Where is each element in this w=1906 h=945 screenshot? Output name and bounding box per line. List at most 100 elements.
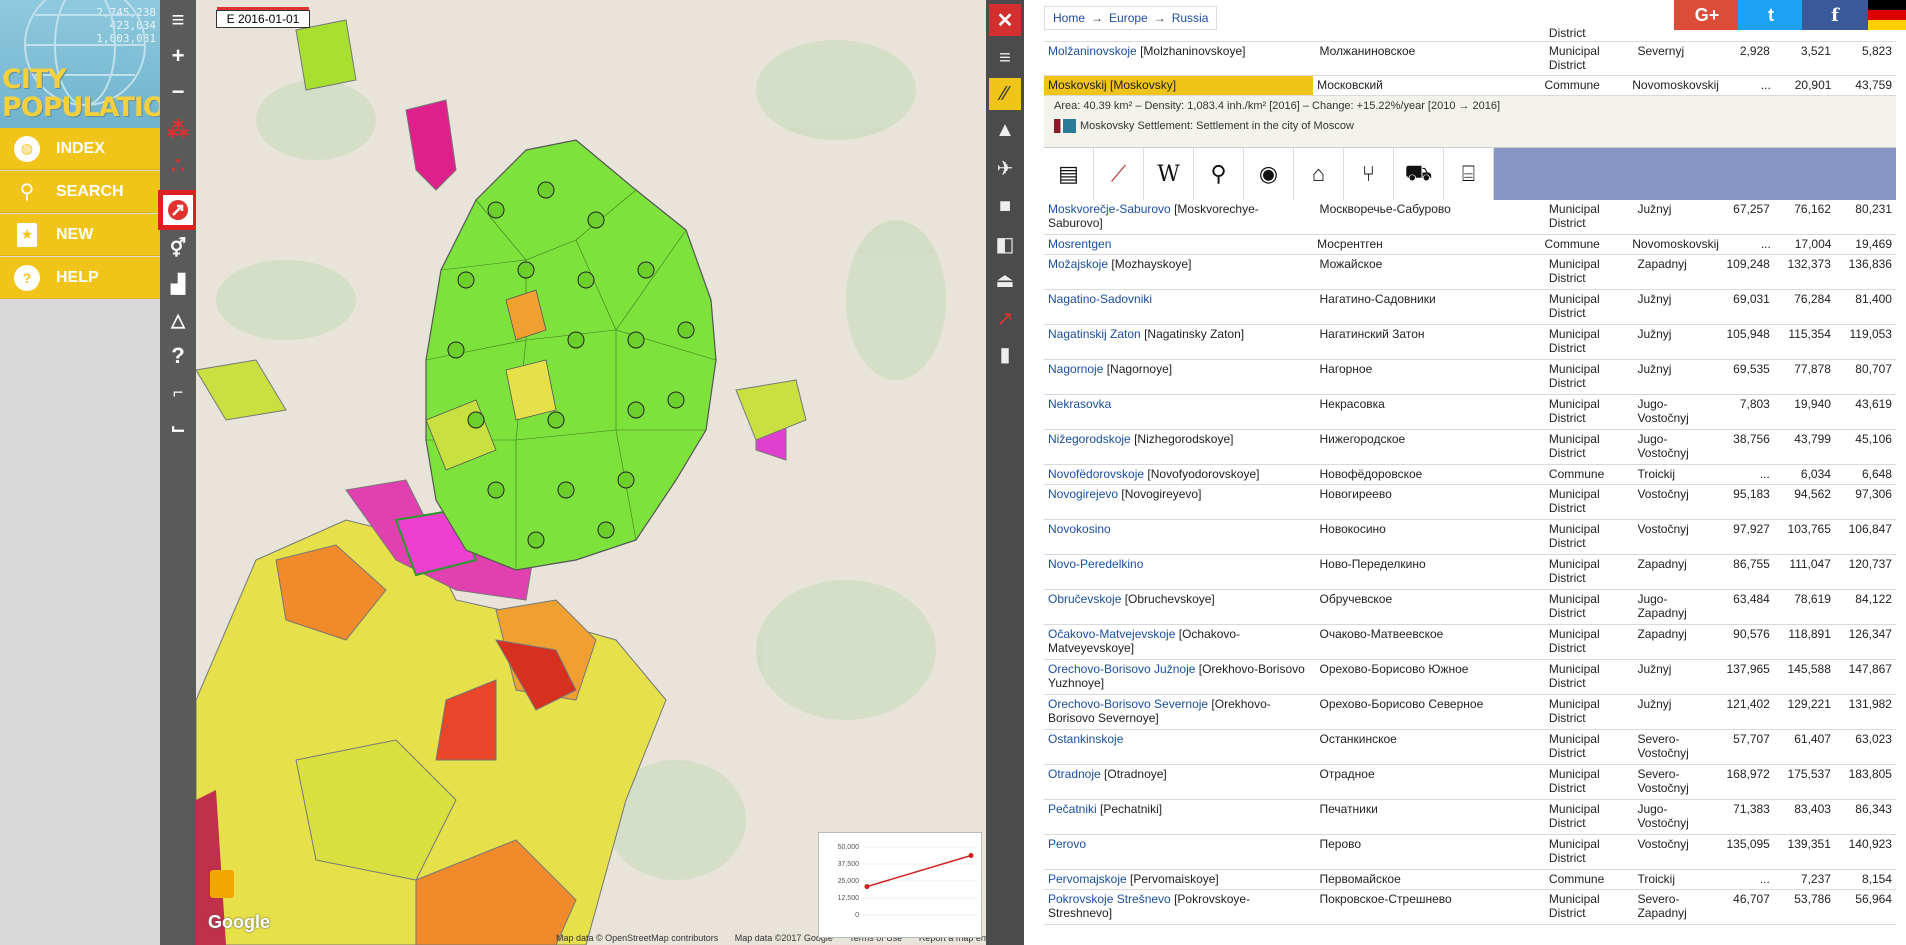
google-plus-button[interactable]: G+: [1674, 0, 1740, 30]
corner-select-icon[interactable]: ⌙: [162, 412, 194, 444]
wikipedia-icon[interactable]: W: [1144, 148, 1194, 200]
settlement-link[interactable]: Pečatniki: [1048, 802, 1097, 816]
terrain-icon[interactable]: ▲: [989, 114, 1021, 146]
growth-arrow-glyph-icon: [168, 200, 188, 220]
menu-item-search[interactable]: ⚲ SEARCH: [0, 171, 160, 213]
museum-icon[interactable]: ⌸: [1444, 148, 1494, 200]
growth-arrow-icon[interactable]: [158, 190, 198, 230]
table-row[interactable]: Mosrentgen Мосрентген Commune Novomoskovski…: [1044, 235, 1896, 255]
menu-item-index[interactable]: ◍ INDEX: [0, 128, 160, 170]
settlement-link[interactable]: Novo-Peredelkino: [1048, 557, 1143, 571]
breadcrumb-russia[interactable]: Russia: [1172, 11, 1209, 25]
shopping-cart-icon[interactable]: ⛟: [1394, 148, 1444, 200]
curve-arrow-icon[interactable]: ↗: [989, 302, 1021, 334]
hotel-icon[interactable]: ⌂: [1294, 148, 1344, 200]
zoom-out-icon[interactable]: −: [162, 76, 194, 108]
settlement-link[interactable]: Nagatinskij Zaton: [1048, 327, 1141, 341]
cell-pop: 145,588: [1787, 662, 1831, 676]
map-canvas[interactable]: E 2016-01-01 Google Map data © OpenStree…: [196, 0, 986, 945]
stats-bar-icon[interactable]: ▮: [989, 338, 1021, 370]
settlement-link[interactable]: Pervomajskoje: [1048, 872, 1127, 886]
settlement-link[interactable]: Možajskoje: [1048, 257, 1108, 271]
menu-item-help[interactable]: ? HELP: [0, 257, 160, 299]
table-row[interactable]: Pokrovskoje Strešnevo [Pokrovskoye-Stres…: [1044, 890, 1896, 925]
cell-cyr: Нагатино-Садовники: [1319, 292, 1436, 306]
menu-item-new[interactable]: ★ NEW: [0, 214, 160, 256]
settlement-link[interactable]: Novofëdorovskoje: [1048, 467, 1144, 481]
breadcrumb-home[interactable]: Home: [1053, 11, 1085, 25]
table-row[interactable]: Perovo Перово Municipal District Vostočnyj 1…: [1044, 835, 1896, 870]
table-row[interactable]: Orechovo-Borisovo Severnoje [Orekhovo-Bo…: [1044, 695, 1896, 730]
gradient-square-icon[interactable]: ◧: [989, 228, 1021, 260]
settlement-link[interactable]: Očakovo-Matvejevskoje: [1048, 627, 1175, 641]
settlement-link[interactable]: Obručevskoje: [1048, 592, 1121, 606]
settlement-link[interactable]: Mosrentgen: [1048, 237, 1111, 251]
corner-bracket-icon[interactable]: ⌐: [162, 376, 194, 408]
settlement-link[interactable]: Otradnoje: [1048, 767, 1101, 781]
facebook-button[interactable]: f: [1802, 0, 1868, 30]
table-row[interactable]: Novokosino Новокосино Municipal District Vo…: [1044, 520, 1896, 555]
cell-pop: 84,122: [1855, 592, 1892, 606]
table-row[interactable]: Otradnoje [Otradnoye] Отрадное Municipal D…: [1044, 765, 1896, 800]
twitter-button[interactable]: t: [1738, 0, 1804, 30]
table-row[interactable]: Nagornoje [Nagornoye] Нагорное Municipal D…: [1044, 360, 1896, 395]
table-row-selected[interactable]: Moskovskij [Moskovsky] Московский Commun…: [1044, 76, 1896, 96]
restaurant-icon[interactable]: ⑂: [1344, 148, 1394, 200]
zoom-in-icon[interactable]: +: [162, 40, 194, 72]
eject-icon[interactable]: ⏏: [989, 264, 1021, 296]
table-row[interactable]: Orechovo-Borisovo Južnoje [Orekhovo-Bori…: [1044, 660, 1896, 695]
gender-icon[interactable]: ⚥: [162, 232, 194, 264]
settlement-link[interactable]: Moskovskij: [1048, 78, 1107, 92]
table-row[interactable]: Nagatinskij Zaton [Nagatinsky Zaton] Нага…: [1044, 325, 1896, 360]
bar-chart-icon[interactable]: ▟: [162, 268, 194, 300]
table-row[interactable]: Nagatino-Sadovniki Нагатино-Садовники Muni…: [1044, 290, 1896, 325]
table-row[interactable]: Pervomajskoje [Pervomaiskoye] Первомайско…: [1044, 870, 1896, 890]
settlement-link[interactable]: Ostankinskoje: [1048, 732, 1123, 746]
close-icon[interactable]: ✕: [989, 4, 1021, 36]
settlement-link[interactable]: Nekrasovka: [1048, 397, 1111, 411]
population-circles-icon[interactable]: ⁂: [162, 114, 194, 146]
settlement-link[interactable]: Nagornoje: [1048, 362, 1103, 376]
shapes-icon[interactable]: △: [162, 304, 194, 336]
menu-icon[interactable]: ≡: [989, 42, 1021, 74]
breadcrumb-europe[interactable]: Europe: [1109, 11, 1148, 25]
table-row[interactable]: Novogirejevo [Novogireyevo] Новогиреево Mu…: [1044, 485, 1896, 520]
settlement-link[interactable]: Molžaninovskoje: [1048, 44, 1137, 58]
line-chart-icon[interactable]: ⟋: [1094, 148, 1144, 200]
cell-pop: ...: [1760, 78, 1771, 92]
table-row[interactable]: Moskvorečje-Saburovo [Moskvorechye-Sabur…: [1044, 200, 1896, 235]
table-row[interactable]: Novo-Peredelkino Ново-Переделкино Municipa…: [1044, 555, 1896, 590]
table-row[interactable]: Ostankinskoje Останкинское Municipal Distr…: [1044, 730, 1896, 765]
search-icon[interactable]: ⚲: [1194, 148, 1244, 200]
table-row[interactable]: Obručevskoje [Obruchevskoye] Обручевское M…: [1044, 590, 1896, 625]
road-map-icon[interactable]: ⁄⁄: [989, 78, 1021, 110]
table-row[interactable]: Očakovo-Matvejevskoje [Ochakovo-Matveyev…: [1044, 625, 1896, 660]
settlement-link[interactable]: Novogirejevo: [1048, 487, 1118, 501]
table-row[interactable]: Molžaninovskoje [Molzhaninovskoye] Молжа…: [1044, 42, 1896, 76]
settlement-link[interactable]: Orechovo-Borisovo Severnoje: [1048, 697, 1208, 711]
settlement-link[interactable]: Nagatino-Sadovniki: [1048, 292, 1152, 306]
settlement-link[interactable]: Nižegorodskoje: [1048, 432, 1131, 446]
street-view-pegman-icon[interactable]: [210, 870, 234, 898]
cell-name: Novogirejevo [Novogireyevo]: [1044, 485, 1316, 519]
camera-icon[interactable]: ◉: [1244, 148, 1294, 200]
settlement-link[interactable]: Orechovo-Borisovo Južnoje: [1048, 662, 1195, 676]
table-row[interactable]: Novofëdorovskoje [Novofyodorovskoye] Ново…: [1044, 465, 1896, 485]
settlement-link[interactable]: Novokosino: [1048, 522, 1111, 536]
document-icon[interactable]: ▤: [1044, 148, 1094, 200]
table-row[interactable]: Nižegorodskoje [Nizhegorodskoye] Нижегоро…: [1044, 430, 1896, 465]
settlement-link[interactable]: Pokrovskoje Strešnevo: [1048, 892, 1171, 906]
population-dots-icon[interactable]: ∴: [162, 150, 194, 182]
table-row[interactable]: Možajskoje [Mozhayskoye] Можайское Municip…: [1044, 255, 1896, 290]
site-logo[interactable]: 2,745,238 423,034 1,003,081 CITY POPULAT…: [0, 0, 160, 128]
help-circle-icon[interactable]: ?: [162, 340, 194, 372]
settlement-link[interactable]: Moskvorečje-Saburovo: [1048, 202, 1171, 216]
satellite-icon[interactable]: ✈: [989, 152, 1021, 184]
cell-pop: ...: [1760, 237, 1771, 251]
table-row[interactable]: Nekrasovka Некрасовка Municipal District Ju…: [1044, 395, 1896, 430]
table-row[interactable]: Pečatniki [Pechatniki] Печатники Municipal…: [1044, 800, 1896, 835]
gray-square-icon[interactable]: ■: [989, 190, 1021, 222]
layers-menu-icon[interactable]: ≡: [162, 4, 194, 36]
settlement-link[interactable]: Perovo: [1048, 837, 1086, 851]
language-flag-de-icon[interactable]: [1868, 0, 1906, 30]
